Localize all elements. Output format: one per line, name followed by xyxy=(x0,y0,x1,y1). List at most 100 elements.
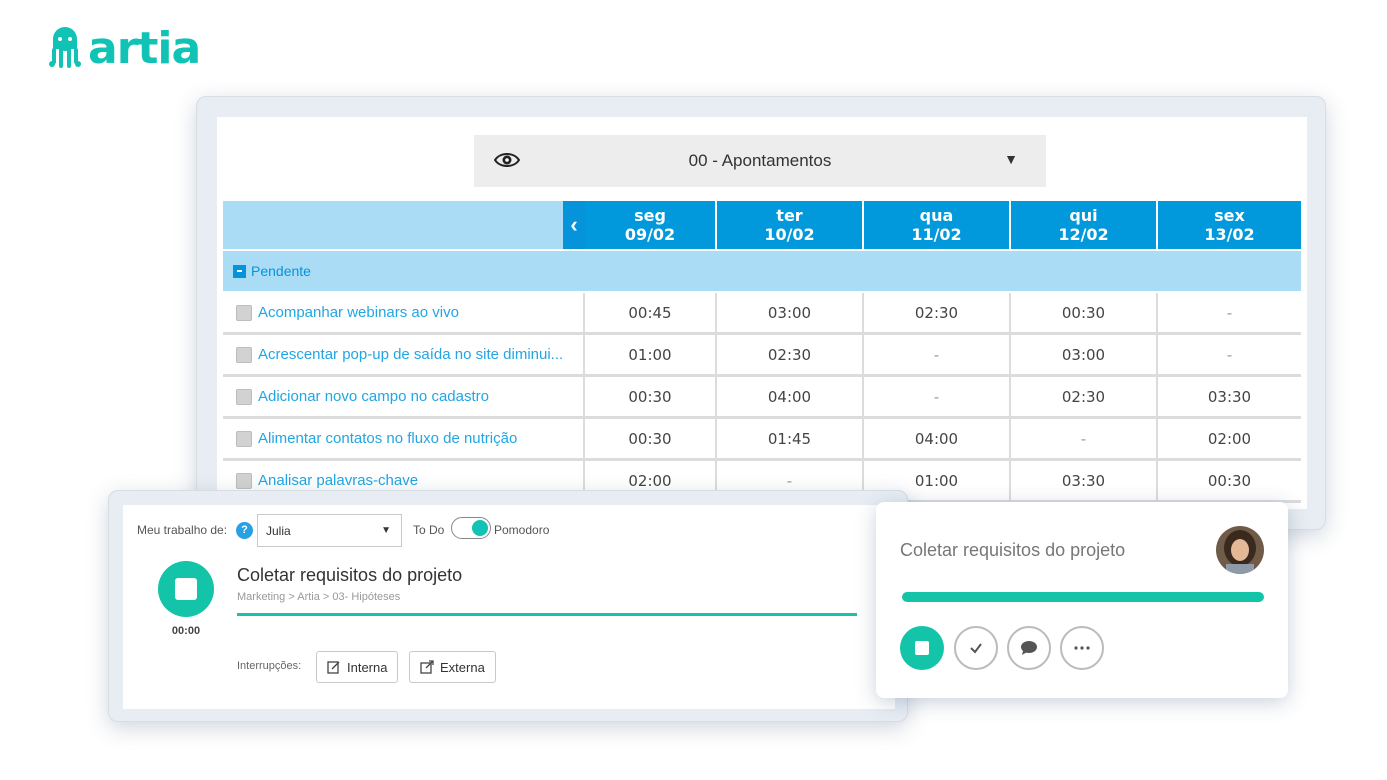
timer-panel: Meu trabalho de: ? Julia ▼ To Do Pomodor… xyxy=(123,505,895,709)
table-row: Acompanhar webinars ao vivo 00:45 03:00 … xyxy=(223,293,1301,335)
task-cell: Alimentar contatos no fluxo de nutrição xyxy=(223,419,585,458)
collapse-icon[interactable] xyxy=(233,264,246,278)
check-icon xyxy=(970,643,982,654)
task-link[interactable]: Alimentar contatos no fluxo de nutrição xyxy=(258,430,517,447)
hours-cell[interactable]: 00:30 xyxy=(585,377,717,416)
artia-logo: artia xyxy=(48,23,201,74)
hours-cell[interactable]: 02:00 xyxy=(1158,419,1301,458)
internal-interruption-button[interactable]: Interna xyxy=(316,651,399,683)
task-checkbox[interactable] xyxy=(236,346,252,363)
stop-icon xyxy=(175,578,197,600)
edit-icon xyxy=(327,661,340,674)
hours-cell[interactable]: 03:00 xyxy=(717,293,864,332)
task-checkbox[interactable] xyxy=(236,304,252,321)
day-header-fri: sex 13/02 xyxy=(1158,201,1301,249)
hours-cell[interactable]: 04:00 xyxy=(864,419,1011,458)
user-select-value: Julia xyxy=(266,523,291,538)
hours-cell[interactable]: 00:30 xyxy=(1011,293,1158,332)
task-link[interactable]: Acompanhar webinars ao vivo xyxy=(258,304,459,321)
timer-task-title: Coletar requisitos do projeto xyxy=(237,565,463,585)
day-header-thu: qui 12/02 xyxy=(1011,201,1156,249)
day-name: seg xyxy=(634,206,666,225)
hours-cell[interactable]: 01:45 xyxy=(717,419,864,458)
task-link[interactable]: Adicionar novo campo no cadastro xyxy=(258,388,489,405)
task-card: Coletar requisitos do projeto xyxy=(876,502,1288,698)
hours-cell[interactable]: 02:30 xyxy=(717,335,864,374)
avatar[interactable] xyxy=(1216,526,1264,574)
hours-cell[interactable]: 00:45 xyxy=(585,293,717,332)
card-progress-bar xyxy=(902,592,1264,602)
external-interruption-button[interactable]: Externa xyxy=(409,651,496,683)
external-link-icon xyxy=(420,660,434,674)
day-date: 13/02 xyxy=(1204,225,1255,244)
eye-icon xyxy=(494,153,520,167)
day-date: 09/02 xyxy=(624,225,676,244)
timer-window: Meu trabalho de: ? Julia ▼ To Do Pomodor… xyxy=(108,490,908,722)
task-checkbox[interactable] xyxy=(236,388,252,405)
timesheet-window: 00 - Apontamentos ▼ ‹ seg 09/02 ter 10/0… xyxy=(196,96,1326,530)
task-link[interactable]: Analisar palavras-chave xyxy=(258,472,418,489)
day-name: qui xyxy=(1069,206,1098,225)
comment-button[interactable] xyxy=(1007,626,1051,670)
hours-cell[interactable]: - xyxy=(864,335,1011,374)
chevron-down-icon: ▼ xyxy=(1004,151,1018,167)
internal-label: Interna xyxy=(347,659,388,675)
task-link[interactable]: Acrescentar pop-up de saída no site dimi… xyxy=(258,346,563,363)
table-row: Acrescentar pop-up de saída no site dimi… xyxy=(223,335,1301,377)
table-row: Alimentar contatos no fluxo de nutrição … xyxy=(223,419,1301,461)
more-icon xyxy=(1074,646,1090,650)
timesheet-panel: 00 - Apontamentos ▼ ‹ seg 09/02 ter 10/0… xyxy=(217,117,1307,509)
hours-cell[interactable]: 00:30 xyxy=(1158,461,1301,500)
day-header-tue: ter 10/02 xyxy=(717,201,862,249)
table-row: Adicionar novo campo no cadastro 00:30 0… xyxy=(223,377,1301,419)
pomodoro-toggle[interactable] xyxy=(451,517,491,539)
group-label: Pendente xyxy=(251,263,311,279)
hours-cell[interactable]: 02:30 xyxy=(864,293,1011,332)
task-cell: Acompanhar webinars ao vivo xyxy=(223,293,585,332)
prev-week-button[interactable]: ‹ xyxy=(563,201,585,249)
hours-cell[interactable]: - xyxy=(1158,335,1301,374)
hours-cell[interactable]: 03:30 xyxy=(1011,461,1158,500)
day-date: 10/02 xyxy=(764,225,815,244)
interruptions-label: Interrupções: xyxy=(237,660,302,672)
view-title: 00 - Apontamentos xyxy=(688,151,832,170)
hours-cell[interactable]: 04:00 xyxy=(717,377,864,416)
task-checkbox[interactable] xyxy=(236,472,252,489)
external-label: Externa xyxy=(440,659,485,675)
brand-name: artia xyxy=(88,23,201,74)
hours-cell[interactable]: 01:00 xyxy=(585,335,717,374)
hours-cell[interactable]: - xyxy=(1158,293,1301,332)
hours-cell[interactable]: 03:00 xyxy=(1011,335,1158,374)
timer-task-path: Marketing > Artia > 03- Hipóteses xyxy=(237,591,401,603)
user-select[interactable]: Julia ▼ xyxy=(257,514,402,547)
todo-label: To Do xyxy=(413,523,445,537)
timer-progress-bar xyxy=(237,613,857,616)
view-selector[interactable]: 00 - Apontamentos ▼ xyxy=(474,135,1046,187)
day-date: 11/02 xyxy=(911,225,962,244)
my-work-label: Meu trabalho de: xyxy=(137,523,228,537)
task-checkbox[interactable] xyxy=(236,430,252,447)
hours-cell[interactable]: 03:30 xyxy=(1158,377,1301,416)
hours-cell[interactable]: - xyxy=(864,377,1011,416)
complete-button[interactable] xyxy=(954,626,998,670)
day-name: sex xyxy=(1214,206,1245,225)
stop-button[interactable] xyxy=(900,626,944,670)
chevron-left-icon: ‹ xyxy=(570,212,578,237)
hours-cell[interactable]: - xyxy=(1011,419,1158,458)
card-title: Coletar requisitos do projeto xyxy=(900,540,1126,560)
octopus-icon xyxy=(49,27,81,68)
elapsed-time: 00:00 xyxy=(171,625,201,637)
hours-cell[interactable]: 00:30 xyxy=(585,419,717,458)
task-cell: Adicionar novo campo no cadastro xyxy=(223,377,585,416)
more-button[interactable] xyxy=(1060,626,1104,670)
chevron-down-icon: ▼ xyxy=(381,525,391,536)
help-icon[interactable]: ? xyxy=(236,522,253,539)
hours-cell[interactable]: 02:30 xyxy=(1011,377,1158,416)
day-header-mon: seg 09/02 xyxy=(585,201,715,249)
stop-timer-button[interactable] xyxy=(158,561,214,617)
day-header-wed: qua 11/02 xyxy=(864,201,1009,249)
group-header-pending[interactable]: Pendente xyxy=(223,251,1301,291)
stop-icon xyxy=(915,641,929,655)
toggle-knob xyxy=(472,520,488,536)
day-name: qua xyxy=(919,206,954,225)
